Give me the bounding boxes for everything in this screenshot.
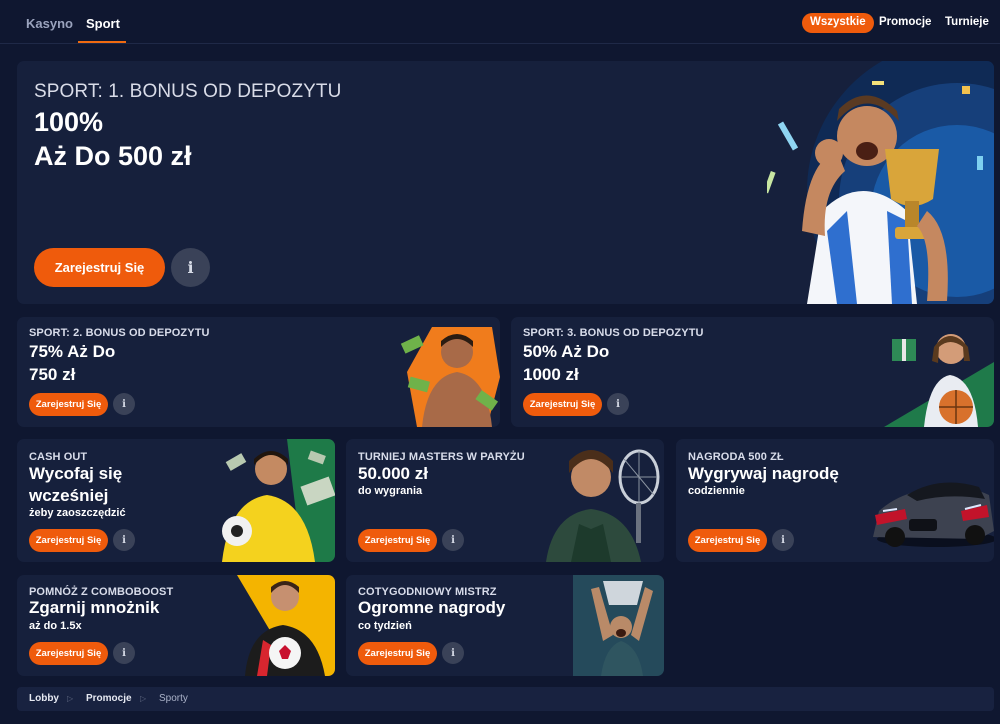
hero-promo-card: SPORT: 1. BONUS OD DEPOZYTU 100% Aż Do 5… [17,61,994,304]
filter-wszystkie[interactable]: Wszystkie [802,13,874,33]
info-icon: i [451,647,455,659]
hero-kicker: SPORT: 1. BONUS OD DEPOZYTU [34,81,342,102]
info-icon: i [451,534,455,546]
register-button[interactable]: Zarejestruj Się [523,393,602,416]
info-icon: i [187,258,194,277]
card-subtitle: żeby zaoszczędzić [29,507,126,519]
active-tab-indicator [78,41,126,43]
info-button[interactable]: i [442,529,464,551]
card-title: Wygrywaj nagrodę [688,464,839,483]
trophy-player-image [767,61,994,304]
hero-info-button[interactable]: i [171,248,210,287]
card-title: Zgarnij mnożnik [29,598,160,617]
info-icon: i [122,398,126,410]
card-title-line2: 1000 zł [523,365,579,384]
tab-kasyno[interactable]: Kasyno [26,16,73,31]
info-button[interactable]: i [442,642,464,664]
info-icon: i [616,398,620,410]
info-button[interactable]: i [113,393,135,415]
info-icon: i [122,534,126,546]
card-kicker: SPORT: 2. BONUS OD DEPOZYTU [29,327,210,339]
info-button[interactable]: i [113,529,135,551]
card-kicker: SPORT: 3. BONUS OD DEPOZYTU [523,327,704,339]
promo-card-deposit-bonus-2: SPORT: 2. BONUS OD DEPOZYTU 75% Aż Do 75… [17,317,500,427]
card-title: 50.000 zł [358,464,428,483]
info-button[interactable]: i [772,529,794,551]
fighter-money-image [400,327,500,427]
breadcrumb: Lobby ▷ Promocje ▷ Sporty [17,687,994,711]
card-title: 50% Aż Do [523,342,610,361]
card-subtitle: co tydzień [358,620,412,632]
register-button[interactable]: Zarejestruj Się [29,642,108,665]
register-button[interactable]: Zarejestruj Się [358,529,437,552]
champion-trophy-image [573,575,664,676]
hero-title-line1: 100% [34,107,104,137]
card-kicker: CASH OUT [29,451,88,463]
card-subtitle: codziennie [688,485,745,497]
card-title: 75% Aż Do [29,342,116,361]
info-icon: i [122,647,126,659]
filter-turnieje[interactable]: Turnieje [937,13,997,33]
info-button[interactable]: i [607,393,629,415]
promo-card-cash-out: CASH OUT Wycofaj się wcześniej żeby zaos… [17,439,335,562]
info-button[interactable]: i [113,642,135,664]
filter-promocje[interactable]: Promocje [871,13,939,33]
goalkeeper-ball-image [237,575,335,676]
register-button[interactable]: Zarejestruj Się [358,642,437,665]
card-kicker: TURNIEJ MASTERS W PARYŻU [358,451,525,463]
breadcrumb-promocje[interactable]: Promocje [86,693,132,704]
basketball-gift-image [884,334,994,427]
breadcrumb-lobby[interactable]: Lobby [29,693,59,704]
card-title: Wycofaj się [29,464,123,483]
register-button[interactable]: Zarejestruj Się [29,529,108,552]
promo-card-weekly-champion: COTYGODNIOWY MISTRZ Ogromne nagrody co t… [346,575,664,676]
card-kicker: POMNÓŻ Z COMBOBOOST [29,586,174,598]
card-kicker: COTYGODNIOWY MISTRZ [358,586,497,598]
tab-sport[interactable]: Sport [86,16,120,31]
promo-card-deposit-bonus-3: SPORT: 3. BONUS OD DEPOZYTU 50% Aż Do 10… [511,317,994,427]
card-subtitle: aż do 1.5x [29,620,82,632]
breadcrumb-sporty: Sporty [159,693,188,704]
promo-card-daily-prize: NAGRODA 500 ZŁ Wygrywaj nagrodę codzienn… [676,439,994,562]
card-title: Ogromne nagrody [358,598,506,617]
info-icon: i [781,534,785,546]
card-kicker: NAGRODA 500 ZŁ [688,451,784,463]
hero-register-button[interactable]: Zarejestruj Się [34,248,165,287]
tennis-player-image [546,449,660,562]
chevron-right-icon: ▷ [140,694,147,703]
football-fan-money-image [222,439,335,562]
top-navigation: Kasyno Sport Wszystkie Promocje Turnieje [0,0,1000,44]
promo-card-masters-paris: TURNIEJ MASTERS W PARYŻU 50.000 zł do wy… [346,439,664,562]
card-title-line2: wcześniej [29,486,109,505]
chevron-right-icon: ▷ [67,694,74,703]
sports-car-image [873,482,994,547]
promo-card-comboboost: POMNÓŻ Z COMBOBOOST Zgarnij mnożnik aż d… [17,575,335,676]
hero-title-line2: Aż Do 500 zł [34,141,192,171]
register-button[interactable]: Zarejestruj Się [688,529,767,552]
card-title-line2: 750 zł [29,365,76,384]
register-button[interactable]: Zarejestruj Się [29,393,108,416]
card-subtitle: do wygrania [358,485,423,497]
